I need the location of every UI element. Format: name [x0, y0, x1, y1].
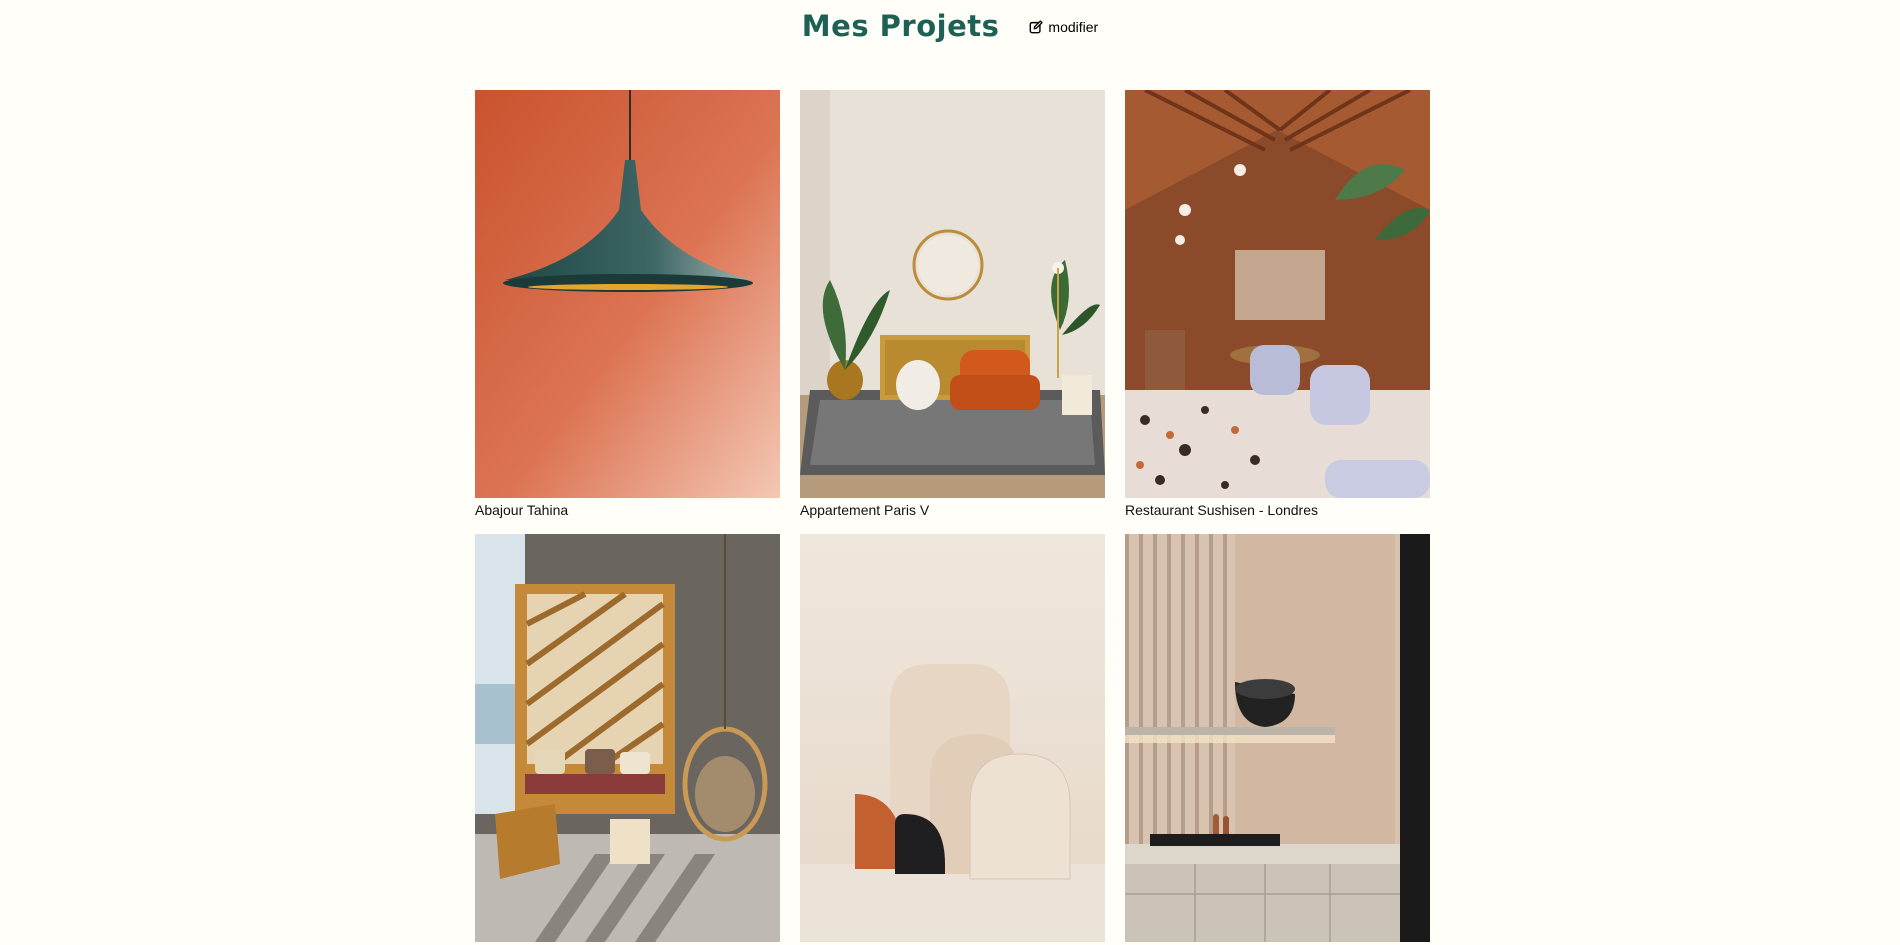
- project-card[interactable]: [475, 534, 780, 945]
- header-inner: Mes Projets modifier: [802, 9, 1098, 43]
- project-card[interactable]: Restaurant Sushisen - Londres: [1125, 90, 1430, 519]
- edit-button[interactable]: modifier: [1029, 19, 1098, 35]
- project-card[interactable]: [800, 534, 1105, 945]
- pendant-lamp-photo: [475, 90, 780, 498]
- page-title: Mes Projets: [801, 9, 1000, 43]
- arched-panels-photo: [800, 534, 1105, 942]
- project-caption: Restaurant Sushisen - Londres: [1125, 502, 1318, 518]
- project-card[interactable]: Abajour Tahina: [475, 90, 780, 519]
- kitchen-lamp-photo: [1125, 534, 1430, 942]
- project-caption: Appartement Paris V: [800, 502, 930, 518]
- page-header: Mes Projets modifier: [0, 6, 1900, 46]
- project-card[interactable]: Appartement Paris V: [800, 90, 1105, 519]
- restaurant-interior-photo: [1125, 90, 1430, 498]
- project-gallery: Abajour Tahina Appartement Paris V Resta…: [475, 90, 1430, 945]
- project-card[interactable]: [1125, 534, 1430, 945]
- project-caption: Abajour Tahina: [475, 502, 569, 518]
- living-room-photo: [800, 90, 1105, 498]
- edit-label: modifier: [1048, 19, 1099, 35]
- sunroom-swing-chair-photo: [475, 534, 780, 942]
- pen-to-square-icon: [1029, 20, 1044, 34]
